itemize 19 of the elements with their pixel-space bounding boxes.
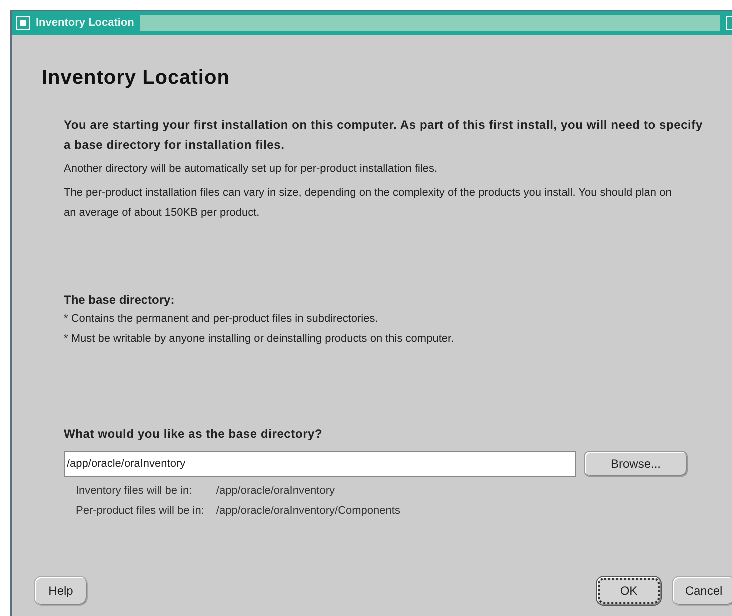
question-label: What would you like as the base directory? xyxy=(64,426,324,443)
intro-text: You are starting your first installation on this computer. As part of this first install, you will need to specify a base directory for installation files. xyxy=(64,117,704,154)
section-heading: The base directory: xyxy=(64,292,176,309)
dialog-button[interactable]: Cancel xyxy=(672,576,732,606)
info-label: Inventory files will be in: xyxy=(76,484,194,499)
intro-text: Another directory will be automatically set up for per-product installation files. xyxy=(64,162,439,177)
dialog-button[interactable]: Help xyxy=(34,576,88,606)
dialog-button[interactable]: OK xyxy=(596,576,662,606)
bullet-text: * Contains the permanent and per-product files in subdirectories. xyxy=(64,312,380,327)
bullet-text: * Must be writable by anyone installing or deinstalling products on this computer. xyxy=(64,332,456,347)
directory-field[interactable]: /app/oracle/oraInventory xyxy=(64,451,576,477)
page-heading: Inventory Location xyxy=(42,66,231,91)
intro-text: The per-product installation files can vary in size, depending on the complexity of the products you install. You should plan on an average of about 150KB per product. xyxy=(64,186,673,221)
info-label: Per-product files will be in: xyxy=(76,504,204,519)
window-title: Inventory Location xyxy=(36,16,134,31)
info-value: /app/oracle/oraInventory xyxy=(216,484,336,499)
info-value: /app/oracle/oraInventory/Components xyxy=(216,504,402,519)
window-menu-icon[interactable] xyxy=(16,16,30,30)
browse-button[interactable]: Browse... xyxy=(584,451,688,477)
